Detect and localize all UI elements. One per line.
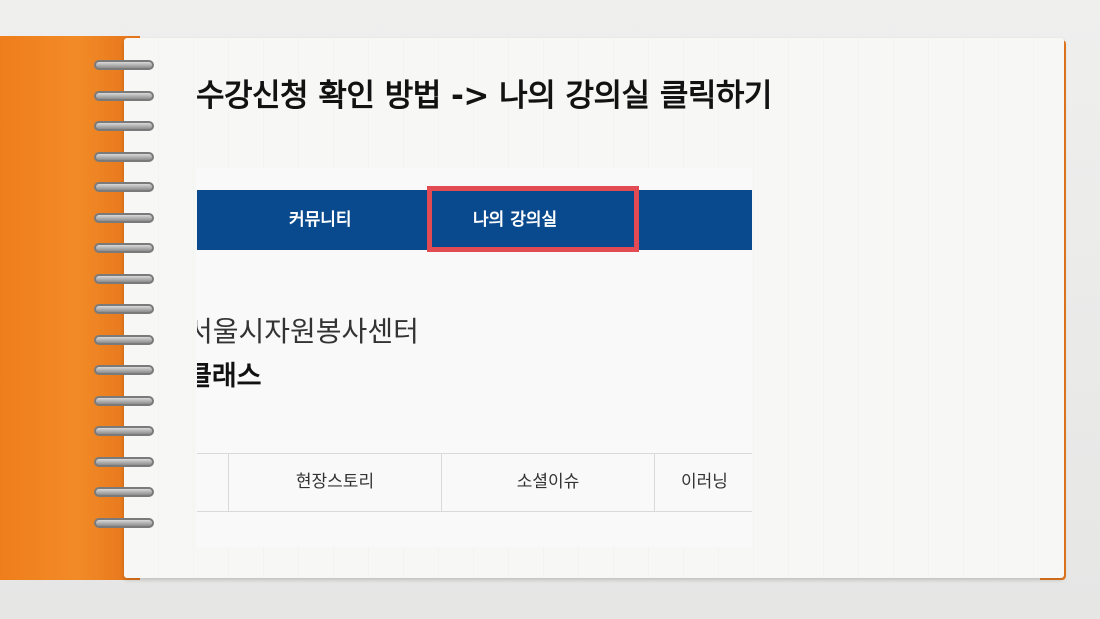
nav-item-community[interactable]: 커뮤니티 xyxy=(289,190,352,250)
spiral-ring xyxy=(94,517,154,528)
spiral-ring xyxy=(94,365,154,375)
page-title: 수강신청 확인 방법 -> 나의 강의실 클릭하기 xyxy=(196,78,772,114)
spiral-ring xyxy=(94,212,154,223)
spiral-ring xyxy=(94,334,154,345)
spiral-ring xyxy=(94,456,154,467)
spiral-ring xyxy=(94,395,154,406)
tab-social-issue[interactable]: 소셜이슈 xyxy=(442,454,654,511)
spiral-ring xyxy=(94,243,154,253)
category-tabs: 현장스토리 소셜이슈 이러닝 xyxy=(197,453,752,512)
center-name: 서울시자원봉사센터 xyxy=(197,315,419,348)
tab-elearning[interactable]: 이러닝 xyxy=(667,454,752,511)
website-screenshot: 커뮤니티 나의 강의실 서울시자원봉사센터 클래스 현장스토리 소셜이슈 이러닝 xyxy=(197,168,752,547)
spiral-ring xyxy=(94,90,154,101)
spiral-ring xyxy=(94,60,154,70)
spiral-ring xyxy=(94,121,154,131)
spiral-ring xyxy=(94,273,154,284)
spiral-ring xyxy=(94,182,154,192)
highlight-box xyxy=(427,186,639,252)
spiral-ring xyxy=(94,151,154,162)
spiral-ring xyxy=(94,487,154,497)
spiral-binding-icon xyxy=(94,60,158,560)
tab-divider xyxy=(654,454,655,511)
class-name: 클래스 xyxy=(197,361,262,392)
spiral-ring xyxy=(94,426,154,436)
spiral-ring xyxy=(94,304,154,314)
tab-field-story[interactable]: 현장스토리 xyxy=(229,454,441,511)
